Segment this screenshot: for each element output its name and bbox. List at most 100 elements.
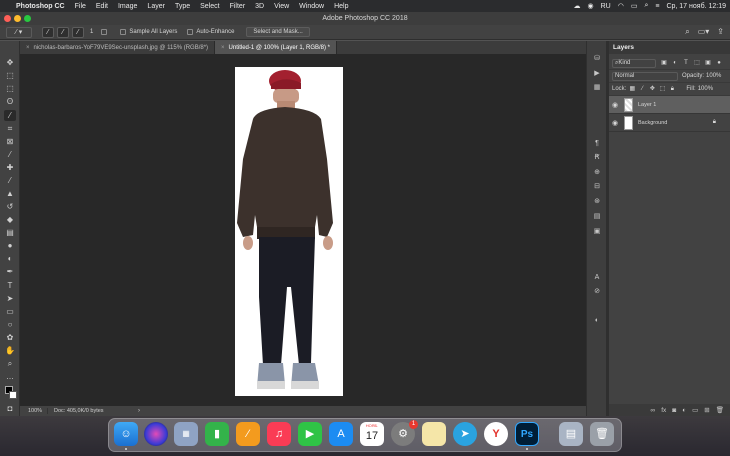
input-language[interactable]: RU bbox=[601, 3, 611, 10]
libraries-panel-icon[interactable]: ⊛ bbox=[591, 197, 603, 207]
creative-cloud-icon[interactable]: ☁ bbox=[573, 2, 580, 10]
zoom-level[interactable]: 100% bbox=[20, 408, 48, 414]
search-icon[interactable]: ⌕ bbox=[685, 27, 689, 37]
glyphs-panel-icon[interactable]: ⊕ bbox=[591, 168, 603, 178]
tab-unsplash-doc[interactable]: × nicholas-barbaros-YoF79VE9Sec-unsplash… bbox=[20, 41, 216, 54]
close-tab-icon[interactable]: × bbox=[221, 45, 225, 51]
new-group-icon[interactable]: ▭ bbox=[692, 406, 698, 414]
fill-value[interactable]: 100% bbox=[698, 86, 713, 92]
menu-window[interactable]: Window bbox=[299, 3, 324, 10]
menubar-clock[interactable]: Ср, 17 нояб. 12:19 bbox=[666, 3, 726, 10]
healing-brush-tool-icon[interactable]: ✚ bbox=[4, 162, 16, 173]
blend-mode-select[interactable]: Normal bbox=[612, 71, 678, 81]
status-menu-arrow-icon[interactable]: › bbox=[138, 408, 140, 414]
canvas-workspace[interactable] bbox=[20, 54, 586, 406]
minimize-window-button[interactable] bbox=[14, 15, 21, 22]
filter-smart-object-icon[interactable]: ▣ bbox=[704, 59, 712, 67]
new-selection-brush-icon[interactable]: ⁄ bbox=[42, 26, 54, 38]
more-tools-icon[interactable]: … bbox=[4, 371, 16, 382]
rectangle-tool-icon[interactable]: ▭ bbox=[4, 306, 16, 317]
menu-help[interactable]: Help bbox=[334, 3, 348, 10]
blur-tool-icon[interactable]: ● bbox=[4, 240, 16, 251]
battery-icon[interactable]: ▭ bbox=[631, 2, 638, 10]
character-panel-icon[interactable]: Ꞧ bbox=[591, 153, 603, 163]
control-center-icon[interactable]: ≡ bbox=[655, 3, 659, 10]
siri-icon[interactable] bbox=[144, 422, 168, 446]
close-window-button[interactable] bbox=[4, 15, 11, 22]
zoom-tool-icon[interactable]: ⌕ bbox=[4, 358, 16, 369]
adjustments-panel-icon[interactable]: ▤ bbox=[591, 212, 603, 222]
hand-tool-icon[interactable]: ✋ bbox=[4, 345, 16, 356]
marquee-tool-icon[interactable]: ⬚ bbox=[4, 83, 16, 94]
menu-view[interactable]: View bbox=[274, 3, 289, 10]
quick-selection-tool-icon[interactable]: ⁄ bbox=[4, 110, 16, 121]
new-layer-icon[interactable]: ⊞ bbox=[704, 406, 709, 414]
menu-edit[interactable]: Edit bbox=[96, 3, 108, 10]
menu-3d[interactable]: 3D bbox=[255, 3, 264, 10]
move-tool-icon[interactable]: ✥ bbox=[4, 57, 16, 68]
document-canvas[interactable] bbox=[235, 67, 343, 396]
menu-app-name[interactable]: Photoshop CC bbox=[16, 3, 65, 10]
info-panel-icon[interactable]: A bbox=[591, 273, 603, 283]
artboard-tool-icon[interactable]: ⬚ bbox=[4, 70, 16, 81]
dodge-tool-icon[interactable]: ◐ bbox=[4, 253, 16, 264]
close-tab-icon[interactable]: × bbox=[26, 45, 30, 51]
layer-row-layer-1[interactable]: ◉ Layer 1 bbox=[609, 96, 730, 114]
swatches-panel-icon[interactable]: ▦ bbox=[591, 83, 603, 93]
link-layers-icon[interactable]: ∞ bbox=[651, 407, 656, 414]
notes-icon[interactable] bbox=[422, 422, 446, 446]
tab-untitled-1[interactable]: × Untitled-1 @ 100% (Layer 1, RGB/8) * bbox=[215, 41, 338, 54]
subtract-selection-brush-icon[interactable]: ⁄ bbox=[72, 26, 84, 38]
share-icon[interactable]: ⇪ bbox=[717, 27, 724, 37]
notes-panel-icon[interactable]: ⊘ bbox=[591, 287, 603, 297]
paragraph-panel-icon[interactable]: ¶ bbox=[591, 139, 603, 149]
ellipse-tool-icon[interactable]: ○ bbox=[4, 319, 16, 330]
brush-angle-icon[interactable] bbox=[101, 29, 108, 35]
spotlight-icon[interactable]: ⌕ bbox=[644, 2, 648, 10]
sample-all-layers-checkbox[interactable] bbox=[120, 29, 127, 35]
pages-icon[interactable]: ⁄ bbox=[236, 422, 260, 446]
music-icon[interactable]: ♫ bbox=[267, 422, 291, 446]
frame-tool-icon[interactable]: ⊠ bbox=[4, 136, 16, 147]
visibility-eye-icon[interactable]: ◉ bbox=[609, 119, 621, 127]
delete-layer-icon[interactable]: 🗑︎ bbox=[716, 406, 724, 414]
wifi-icon[interactable]: ◠ bbox=[618, 2, 624, 10]
menu-layer[interactable]: Layer bbox=[147, 3, 165, 10]
layer-style-icon[interactable]: fx bbox=[661, 407, 666, 414]
add-mask-icon[interactable]: ◙ bbox=[672, 407, 676, 414]
filter-pixel-icon[interactable]: ▣ bbox=[660, 59, 668, 67]
downloads-folder-icon[interactable]: ▤ bbox=[559, 422, 583, 446]
trash-icon[interactable]: 🗑︎ bbox=[590, 422, 614, 446]
custom-shape-tool-icon[interactable]: ✿ bbox=[4, 332, 16, 343]
lock-all-icon[interactable]: 🔒︎ bbox=[668, 85, 676, 93]
lock-transparency-icon[interactable]: ▦ bbox=[628, 85, 636, 93]
brush-size-value[interactable]: 1 bbox=[90, 29, 93, 35]
facetime-icon[interactable]: ▶ bbox=[298, 422, 322, 446]
finder-icon[interactable]: ☺ bbox=[114, 422, 138, 446]
filter-type-icon[interactable]: T bbox=[682, 59, 690, 67]
lock-position-icon[interactable]: ✥ bbox=[648, 85, 656, 93]
navigator-panel-icon[interactable]: ◐ bbox=[591, 316, 603, 326]
filter-toggle-icon[interactable]: ● bbox=[715, 59, 723, 67]
layers-panel-title[interactable]: Layers bbox=[609, 41, 730, 54]
adjustment-layer-icon[interactable]: ◐ bbox=[682, 407, 686, 414]
select-and-mask-button[interactable]: Select and Mask... bbox=[246, 27, 310, 37]
document-info[interactable]: Doc: 405,0K/0 bytes bbox=[48, 408, 104, 414]
history-brush-tool-icon[interactable]: ↺ bbox=[4, 201, 16, 212]
calendar-icon[interactable]: НОЯБ. 17 bbox=[360, 422, 384, 446]
type-tool-icon[interactable]: T bbox=[4, 280, 16, 291]
filter-adjustment-icon[interactable]: ◐ bbox=[671, 59, 679, 67]
photoshop-icon[interactable]: Ps bbox=[515, 422, 539, 446]
lock-image-icon[interactable]: ⁄ bbox=[638, 85, 646, 93]
numbers-icon[interactable]: ▮ bbox=[205, 422, 229, 446]
crop-tool-icon[interactable]: ⌗ bbox=[4, 123, 16, 134]
add-selection-brush-icon[interactable]: ⁄ bbox=[57, 26, 69, 38]
app-store-icon[interactable]: A bbox=[329, 422, 353, 446]
eyedropper-tool-icon[interactable]: ⁄ bbox=[4, 149, 16, 160]
yandex-browser-icon[interactable]: Y bbox=[484, 422, 508, 446]
opacity-value[interactable]: 100% bbox=[706, 73, 721, 79]
background-color-swatch[interactable] bbox=[9, 391, 17, 399]
menu-select[interactable]: Select bbox=[200, 3, 219, 10]
gradient-tool-icon[interactable]: ▤ bbox=[4, 227, 16, 238]
tool-preset-picker[interactable]: ⁄ ▾ bbox=[6, 26, 32, 38]
